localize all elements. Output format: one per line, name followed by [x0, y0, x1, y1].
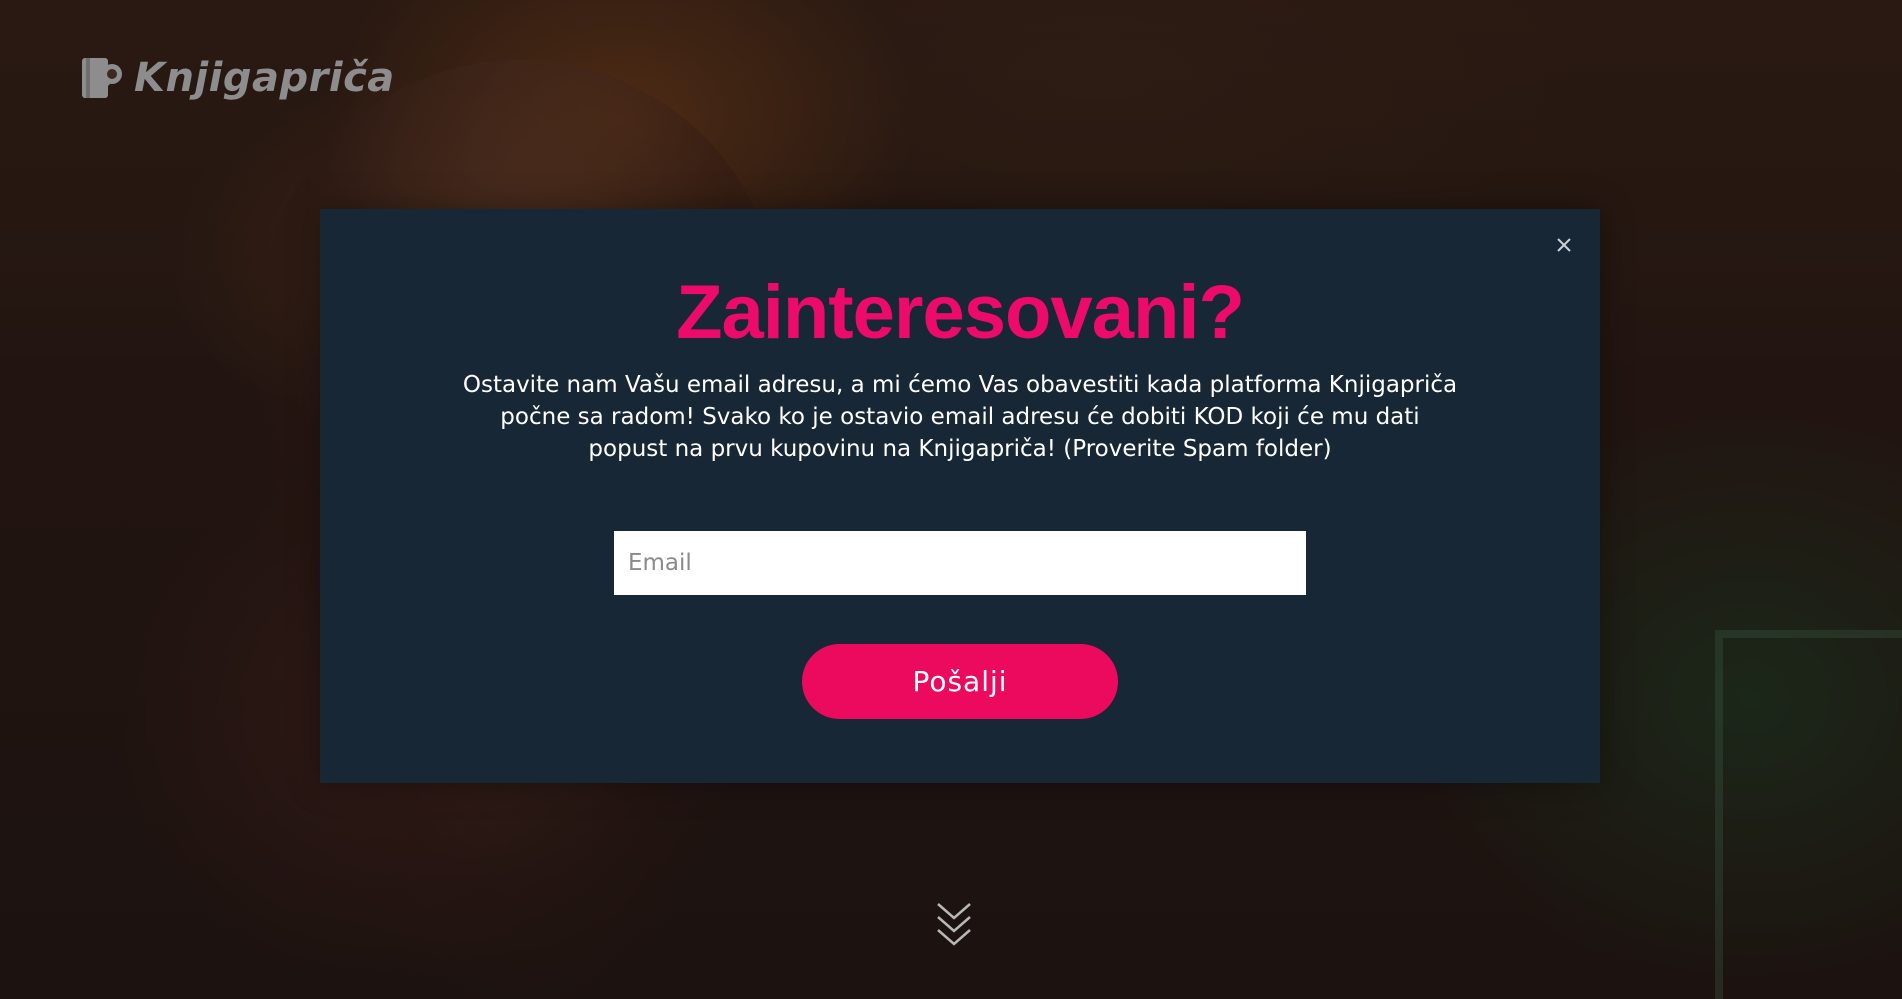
close-icon[interactable]	[1550, 231, 1578, 259]
subscribe-modal: Zainteresovani? Ostavite nam Vašu email …	[320, 209, 1600, 783]
send-button[interactable]: Pošalji	[802, 644, 1118, 719]
email-field[interactable]	[614, 531, 1306, 595]
chevrons-down-icon[interactable]	[935, 900, 973, 948]
landing-page: Knjigapriča Knjigapriča spaja ljude Zain…	[0, 0, 1902, 999]
modal-title: Zainteresovani?	[676, 270, 1245, 355]
logo-text: Knjigapriča	[134, 55, 395, 101]
modal-description: Ostavite nam Vašu email adresu, a mi ćem…	[462, 372, 1458, 462]
site-logo[interactable]: Knjigapriča	[80, 54, 395, 102]
book-bubble-icon	[80, 54, 124, 102]
